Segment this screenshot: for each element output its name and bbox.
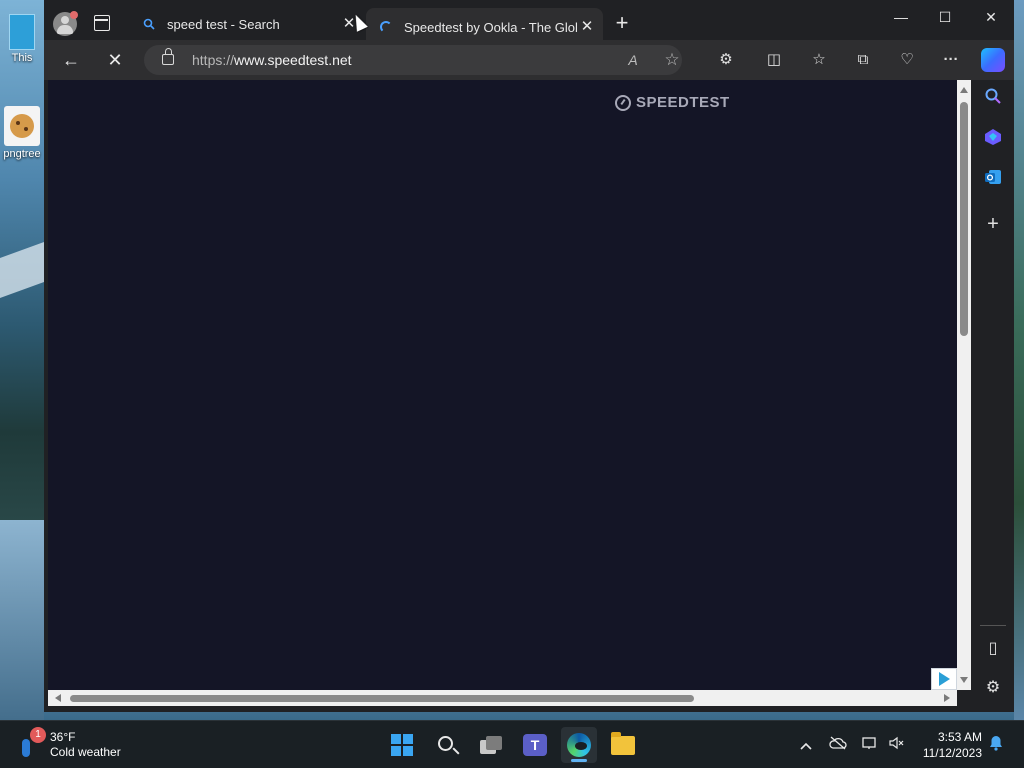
scroll-right-arrow[interactable] xyxy=(944,694,950,702)
edge-sidebar: + ▯ ⚙ xyxy=(972,80,1014,712)
scroll-down-arrow[interactable] xyxy=(960,677,968,683)
folder-icon xyxy=(611,731,635,755)
tab-close-icon[interactable]: ✕ xyxy=(577,17,597,37)
speedtest-logo[interactable]: SPEEDTEST xyxy=(615,94,730,111)
vertical-scroll-thumb[interactable] xyxy=(960,102,968,336)
collections-icon[interactable]: ⧉ xyxy=(851,49,875,71)
new-tab-button[interactable]: + xyxy=(610,12,634,36)
speedometer-icon xyxy=(615,94,631,111)
favorite-star-icon[interactable]: ☆ xyxy=(662,50,682,70)
show-hidden-icons-chevron-icon[interactable] xyxy=(796,735,816,755)
minimize-button[interactable]: — xyxy=(878,2,924,32)
url-text[interactable]: https://www.speedtest.net xyxy=(192,52,352,68)
outlook-icon[interactable] xyxy=(981,168,1005,192)
stop-loading-button[interactable]: ✕ xyxy=(101,48,129,72)
copilot-icon[interactable] xyxy=(981,48,1005,72)
logo-text: SPEEDTEST xyxy=(636,94,730,111)
desktop-icon-label: pngtree xyxy=(3,148,41,160)
thermometer-icon xyxy=(22,739,30,757)
notification-badge: 1 xyxy=(30,727,46,743)
extensions-icon[interactable]: ⚙ xyxy=(714,49,738,71)
scroll-up-arrow[interactable] xyxy=(960,87,968,93)
hide-sidebar-icon[interactable]: ▯ xyxy=(981,637,1005,661)
task-view-icon xyxy=(480,736,502,754)
desktop-icon-this-pc[interactable]: This xyxy=(0,14,44,64)
search-icon xyxy=(437,735,453,751)
clock-time: 3:53 AM xyxy=(937,730,982,744)
teams-button[interactable]: T xyxy=(517,727,553,763)
read-aloud-icon[interactable]: A xyxy=(623,50,643,70)
notification-bell-icon[interactable] xyxy=(986,735,1006,755)
more-options-icon[interactable]: ··· xyxy=(939,49,963,71)
tab-label: speed test - Search xyxy=(167,16,280,32)
onedrive-offline-icon[interactable] xyxy=(828,735,848,755)
teams-icon: T xyxy=(523,734,547,756)
profile-notification-dot xyxy=(70,11,78,19)
copilot-designer-icon[interactable] xyxy=(981,128,1005,152)
browser-window: speed test - Search ✕ Speedtest by Ookla… xyxy=(44,0,1014,712)
page-content[interactable]: SPEEDTEST xyxy=(48,80,957,690)
windows-logo-icon xyxy=(391,734,413,756)
favorites-icon[interactable]: ☆ xyxy=(807,49,831,71)
tab-speed-test-search[interactable]: speed test - Search ✕ xyxy=(129,8,365,40)
weather-temperature: 36°F xyxy=(50,730,76,744)
weather-description: Cold weather xyxy=(50,745,121,759)
taskbar-search-button[interactable] xyxy=(429,727,465,763)
tab-actions-icon[interactable] xyxy=(94,15,110,31)
sidebar-settings-icon[interactable]: ⚙ xyxy=(981,676,1005,700)
horizontal-scrollbar[interactable] xyxy=(48,690,957,706)
clock-date: 11/12/2023 xyxy=(922,746,982,760)
start-button[interactable] xyxy=(384,727,420,763)
scroll-left-arrow[interactable] xyxy=(55,694,61,702)
maximize-button[interactable]: ☐ xyxy=(922,2,968,32)
address-bar[interactable]: https://www.speedtest.net A ☆ xyxy=(144,45,682,75)
sidebar-divider xyxy=(980,625,1006,626)
loading-spinner-icon xyxy=(378,19,394,35)
system-clock[interactable]: 3:53 AM 11/12/2023 xyxy=(912,729,982,761)
file-explorer-button[interactable] xyxy=(605,727,641,763)
search-icon xyxy=(141,16,157,32)
split-screen-icon[interactable]: ◫ xyxy=(762,49,786,71)
taskbar: 1 36°F Cold weather T 3:53 AM 11/12/2023 xyxy=(0,720,1024,768)
volume-muted-icon[interactable] xyxy=(886,735,906,755)
horizontal-scroll-thumb[interactable] xyxy=(70,695,694,702)
browser-toolbar: ← ✕ https://www.speedtest.net A ☆ ⚙ ◫ ☆ … xyxy=(44,40,1014,80)
adchoices-icon[interactable] xyxy=(931,668,957,690)
vertical-scrollbar[interactable] xyxy=(957,80,971,690)
back-button[interactable]: ← xyxy=(57,48,85,72)
active-app-indicator xyxy=(571,759,587,762)
url-host: www.speedtest.net xyxy=(234,52,352,68)
desktop-icon-label: This xyxy=(11,52,33,64)
desktop-wallpaper-right xyxy=(1014,0,1024,720)
browser-essentials-icon[interactable]: ♡ xyxy=(895,49,919,71)
url-scheme: https:// xyxy=(192,52,235,68)
task-view-button[interactable] xyxy=(473,727,509,763)
add-sidebar-app-icon[interactable]: + xyxy=(981,212,1005,236)
lake xyxy=(0,520,44,720)
cookie-image-icon xyxy=(4,106,40,146)
this-pc-icon xyxy=(9,14,35,50)
edge-icon xyxy=(567,733,591,757)
desktop-icon-pngtree[interactable]: pngtree xyxy=(0,106,44,160)
close-window-button[interactable]: ✕ xyxy=(968,2,1014,32)
network-icon[interactable] xyxy=(860,735,880,755)
tab-label: Speedtest by Ookla - The Global xyxy=(404,19,577,35)
mountain-snow xyxy=(0,241,44,299)
edge-taskbar-button[interactable] xyxy=(561,727,597,763)
sidebar-search-icon[interactable] xyxy=(981,88,1005,112)
lock-icon[interactable] xyxy=(162,48,174,65)
